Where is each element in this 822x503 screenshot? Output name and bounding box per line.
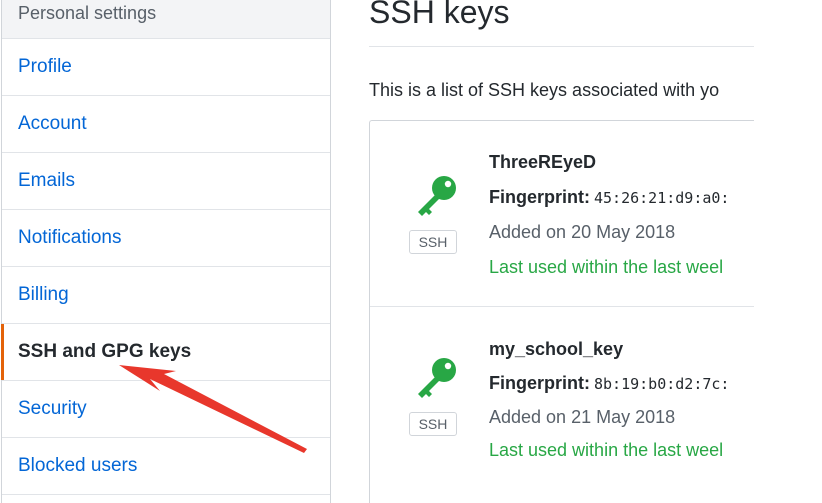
sidebar-item-profile[interactable]: Profile [2, 39, 330, 96]
page-title: SSH keys [369, 0, 510, 30]
sidebar-item-label: Blocked users [18, 455, 138, 476]
fingerprint-label: Fingerprint: [489, 373, 590, 393]
sidebar-item-ssh-gpg-keys[interactable]: SSH and GPG keys [1, 324, 330, 381]
key-title: my_school_key [489, 339, 624, 359]
key-title: ThreeREyeD [489, 152, 597, 172]
intro-text: This is a list of SSH keys associated wi… [369, 80, 720, 100]
fingerprint-label: Fingerprint: [489, 187, 590, 207]
key-last-used: Last used within the last weel [489, 440, 724, 460]
sidebar-item-account[interactable]: Account [2, 96, 330, 153]
selected-indicator [1, 324, 4, 380]
sidebar-item-security[interactable]: Security [2, 381, 330, 438]
sidebar-item-label: SSH and GPG keys [18, 341, 192, 362]
key-icon [418, 358, 456, 398]
sidebar-item-label: Emails [18, 170, 76, 191]
ssh-badge: SSH [409, 230, 457, 254]
sidebar-item-notifications[interactable]: Notifications [2, 210, 330, 267]
key-fingerprint: Fingerprint: 8b:19:b0:d2:7c: [489, 373, 729, 394]
sidebar-item-label: Account [18, 113, 87, 134]
sidebar-item-label: Notifications [18, 227, 122, 248]
ssh-key-item: SSH ThreeREyeD Fingerprint: 45:26:21:d9:a… [370, 121, 754, 307]
sidebar-header: Personal settings [2, 0, 330, 39]
key-fingerprint: Fingerprint: 45:26:21:d9:a0: [489, 187, 729, 208]
fingerprint-value: 8b:19:b0:d2:7c: [594, 375, 730, 393]
title-divider [369, 46, 754, 47]
key-added-date: Added on 20 May 2018 [489, 222, 676, 242]
sidebar-item-billing[interactable]: Billing [2, 267, 330, 324]
sidebar-item-blocked-users[interactable]: Blocked users [2, 438, 330, 495]
sidebar-item-label: Security [18, 398, 87, 419]
settings-page: Personal settings Profile Account Emails… [0, 0, 822, 503]
ssh-key-item: SSH my_school_key Fingerprint: 8b:19:b0:d… [370, 307, 754, 493]
ssh-keys-list: SSH ThreeREyeD Fingerprint: 45:26:21:d9:a… [369, 120, 754, 503]
main-content: SSH keys This is a list of SSH keys asso… [369, 0, 754, 503]
sidebar-item-emails[interactable]: Emails [2, 153, 330, 210]
sidebar-item-label: Billing [18, 284, 69, 305]
fingerprint-value: 45:26:21:d9:a0: [594, 189, 730, 207]
sidebar-item-label: Profile [18, 56, 72, 77]
ssh-badge: SSH [409, 412, 457, 436]
key-last-used: Last used within the last weel [489, 257, 724, 277]
key-icon [418, 176, 456, 216]
key-added-date: Added on 21 May 2018 [489, 407, 676, 427]
settings-sidebar: Personal settings Profile Account Emails… [1, 0, 331, 503]
